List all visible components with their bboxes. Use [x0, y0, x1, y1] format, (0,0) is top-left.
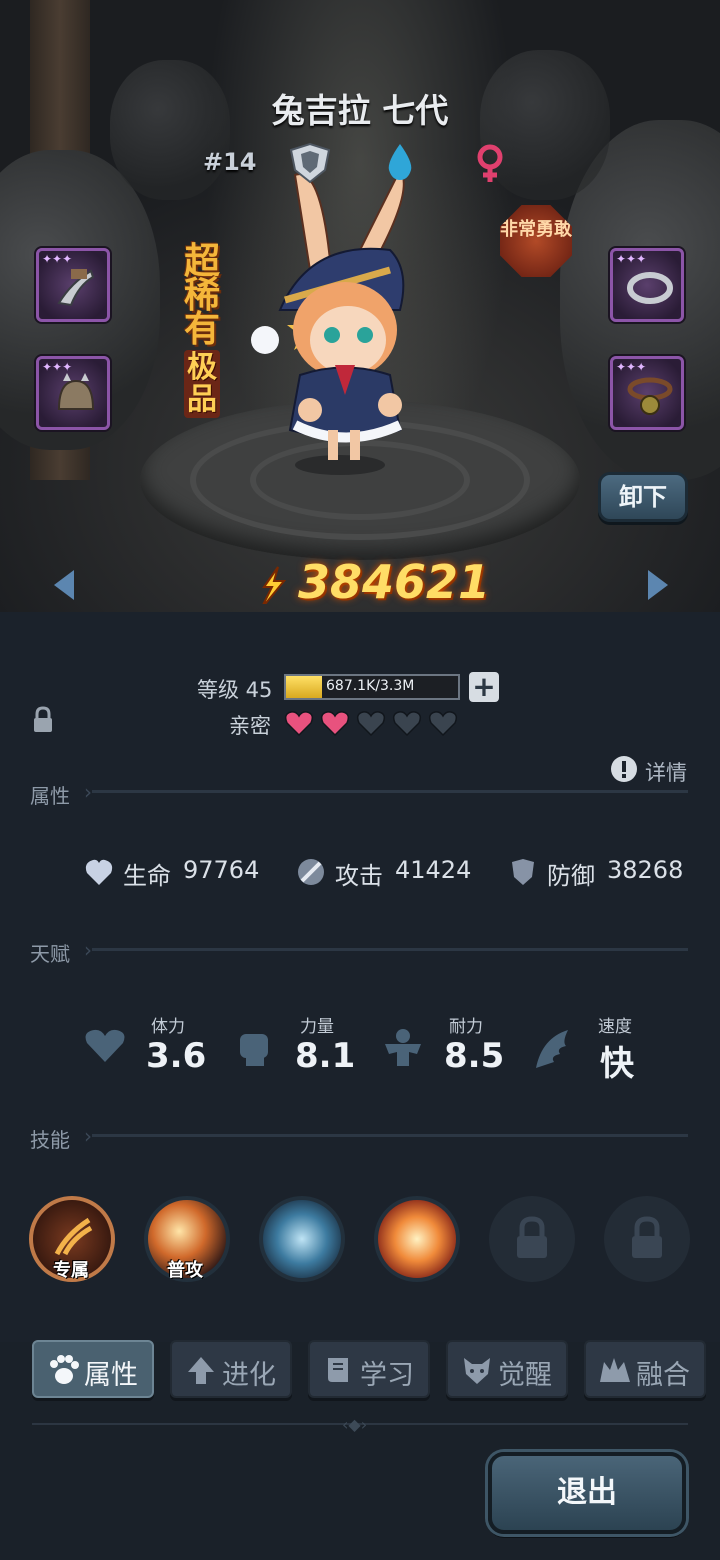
info-icon[interactable] — [610, 755, 638, 783]
lock-icon — [632, 1216, 662, 1258]
chevron-right-icon: › — [84, 780, 92, 804]
section-divider — [92, 948, 688, 951]
water-element-icon[interactable] — [377, 140, 423, 186]
talent-stamina-value: 3.6 — [146, 1036, 207, 1076]
collar-accessory-icon — [627, 377, 673, 415]
skill-locked-1 — [489, 1196, 575, 1282]
tab-attributes[interactable]: 属性 — [32, 1340, 154, 1398]
tab-evolve[interactable]: 进化 — [170, 1340, 292, 1398]
level-label: 等级 45 — [197, 678, 273, 702]
paw-icon — [50, 1355, 79, 1384]
talent-strength-value: 8.1 — [295, 1036, 356, 1076]
wing-icon — [536, 1030, 568, 1068]
talent-speed-label: 速度 — [598, 1017, 632, 1037]
heart-icon — [85, 1029, 125, 1062]
heart-shield-icon — [85, 859, 113, 885]
section-title-skills: 技能 — [30, 1128, 70, 1152]
fist-icon — [240, 1034, 268, 1066]
tab-evolve-label: 进化 — [222, 1360, 276, 1391]
attr-def-label: 防御 — [547, 862, 595, 890]
skill-locked-2 — [604, 1196, 690, 1282]
spiked-helmet-icon — [57, 373, 95, 410]
intimacy-label: 亲密 — [229, 714, 271, 738]
heart-empty-icon — [428, 711, 458, 736]
character-id: #14 — [203, 148, 257, 176]
attr-atk-value: 41424 — [395, 856, 472, 884]
attr-hp-value: 97764 — [183, 856, 260, 884]
skill-normal-attack-label: 普攻 — [167, 1260, 203, 1281]
character-scene: 兔吉拉 七代 #14 超稀有 极品 ✦✦✦ ✦✦✦ ✦✦✦ ✦✦✦ 非常勇敢 卸… — [0, 0, 720, 612]
shield-icon — [512, 859, 534, 885]
arrow-up-icon — [188, 1357, 214, 1384]
unequip-button[interactable]: 卸下 — [598, 472, 688, 522]
skill-explosion[interactable] — [374, 1196, 460, 1282]
claw-weapon-icon — [57, 269, 95, 307]
heart-empty-icon — [392, 711, 422, 736]
exp-text: 687.1K/3.3M — [326, 678, 415, 694]
character-name: 兔吉拉 七代 — [271, 91, 449, 130]
tab-awaken-label: 觉醒 — [498, 1360, 552, 1391]
book-icon — [328, 1358, 348, 1382]
detail-link[interactable]: 详情 — [645, 757, 687, 787]
chevron-right-icon: › — [84, 1124, 92, 1148]
quality-badge: 极品 — [184, 350, 220, 418]
prev-character-arrow-icon[interactable] — [50, 568, 78, 602]
exp-bar-fill — [286, 676, 323, 698]
equip-slot-collar[interactable]: ✦✦✦ — [610, 356, 684, 430]
tab-attributes-label: 属性 — [84, 1360, 138, 1391]
talent-stamina-label: 体力 — [151, 1017, 185, 1037]
exp-bar: 687.1K/3.3M — [284, 674, 460, 700]
tab-learn-label: 学习 — [360, 1360, 414, 1391]
section-title-attributes: 属性 — [30, 784, 70, 808]
talent-endurance-value: 8.5 — [444, 1036, 505, 1076]
tab-learn[interactable]: 学习 — [308, 1340, 430, 1398]
divider-ornament: ‹◆› — [342, 1415, 368, 1434]
character-sprite — [251, 168, 405, 475]
claw-skill-icon — [54, 1217, 93, 1256]
next-character-arrow-icon[interactable] — [644, 568, 672, 602]
talent-endurance-label: 耐力 — [449, 1017, 483, 1037]
fusion-icon — [600, 1358, 630, 1382]
heart-filled-icon — [320, 711, 350, 736]
skill-wing-shield[interactable] — [259, 1196, 345, 1282]
section-title-talent: 天赋 — [30, 942, 70, 966]
exit-button[interactable]: 退出 — [488, 1452, 686, 1534]
equip-slot-ring[interactable]: ✦✦✦ — [610, 248, 684, 322]
sword-icon — [298, 859, 324, 885]
tab-fusion[interactable]: 融合 — [584, 1340, 706, 1398]
chevron-right-icon: › — [84, 938, 92, 962]
section-divider — [92, 790, 688, 793]
attr-hp-label: 生命 — [123, 862, 171, 890]
lock-icon — [517, 1216, 547, 1258]
attr-def-value: 38268 — [607, 856, 684, 884]
skill-exclusive-label: 专属 — [53, 1260, 89, 1281]
heart-empty-icon — [356, 711, 386, 736]
beast-head-icon — [464, 1358, 490, 1384]
ring-accessory-icon — [627, 272, 673, 304]
rarity-label: 超稀有 — [184, 241, 221, 350]
shield-rank-icon[interactable] — [287, 140, 333, 186]
equip-slot-weapon[interactable]: ✦✦✦ — [36, 248, 110, 322]
add-exp-button[interactable]: + — [469, 672, 499, 702]
heart-filled-icon — [284, 711, 314, 736]
female-gender-icon — [477, 144, 503, 182]
attr-atk-label: 攻击 — [335, 862, 383, 890]
talent-strength-label: 力量 — [300, 1017, 334, 1037]
power-icon — [262, 566, 287, 604]
equip-slot-helmet[interactable]: ✦✦✦ — [36, 356, 110, 430]
power-value: 384621 — [298, 555, 491, 609]
muscle-icon — [385, 1029, 421, 1066]
lock-icon[interactable] — [32, 706, 54, 734]
section-divider — [92, 1134, 688, 1137]
tab-fusion-label: 融合 — [636, 1360, 690, 1391]
tab-awaken[interactable]: 觉醒 — [446, 1340, 568, 1398]
talent-speed-value: 快 — [600, 1044, 634, 1084]
